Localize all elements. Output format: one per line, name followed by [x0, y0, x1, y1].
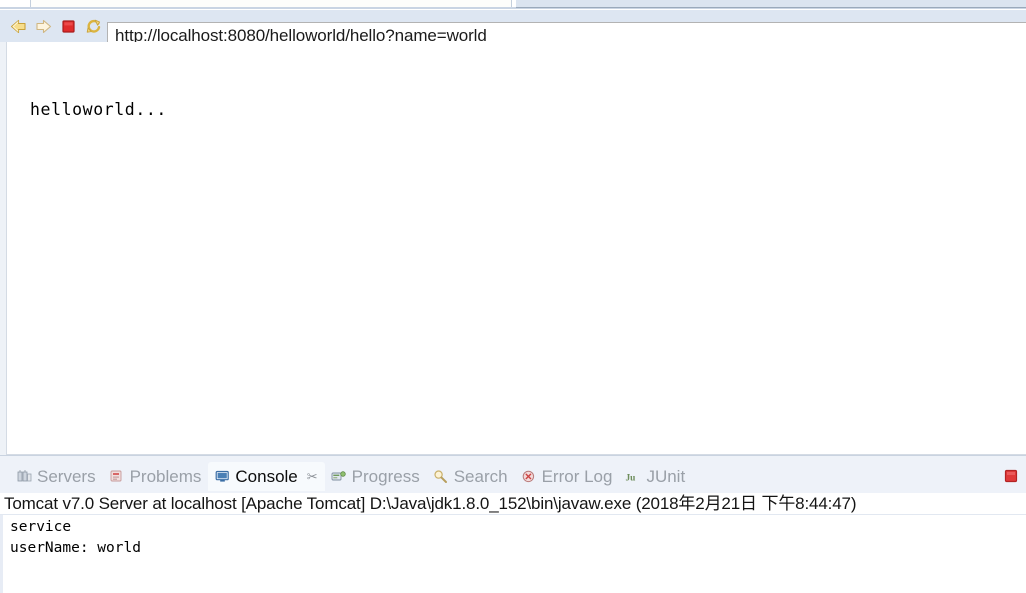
servers-icon	[16, 469, 32, 485]
tab-label: Error Log	[541, 466, 613, 486]
tab-label: JUnit	[646, 466, 686, 486]
tab-error-log[interactable]: Error Log	[515, 462, 620, 491]
editor-tab-strip-filler	[516, 0, 1026, 7]
tab-label: Servers	[37, 466, 96, 486]
tab-progress[interactable]: Progress	[325, 462, 427, 491]
terminate-button[interactable]	[1002, 467, 1020, 485]
tab-label: Console	[235, 466, 298, 486]
svg-text:Ju: Ju	[626, 473, 636, 483]
progress-icon	[331, 469, 347, 485]
browser-content-area: helloworld...	[0, 42, 1026, 457]
browser-nav-buttons	[7, 13, 102, 39]
stop-icon[interactable]	[60, 18, 77, 35]
console-header-separator	[0, 514, 1026, 515]
console-view-panel: Servers Problems Console ✂ Progress Sear…	[0, 460, 1026, 593]
content-frame: helloworld...	[6, 42, 1026, 455]
console-process-header: Tomcat v7.0 Server at localhost [Apache …	[4, 494, 857, 513]
back-arrow-icon[interactable]	[10, 18, 27, 35]
error-log-icon	[521, 469, 537, 485]
editor-tab-strip-underline-dark	[516, 7, 1026, 8]
console-icon	[214, 469, 230, 485]
tab-label: Problems	[129, 466, 202, 486]
search-icon	[433, 469, 449, 485]
tab-console[interactable]: Console ✂	[208, 462, 325, 491]
console-output-area[interactable]: Tomcat v7.0 Server at localhost [Apache …	[0, 493, 1026, 593]
forward-arrow-icon[interactable]	[35, 18, 52, 35]
editor-tab-strip-cropped	[0, 0, 1026, 9]
page-body-text: helloworld...	[30, 100, 167, 119]
junit-icon: Ju	[625, 469, 641, 485]
tab-junit[interactable]: Ju JUnit	[619, 462, 692, 491]
close-icon[interactable]: ✂	[307, 470, 318, 483]
console-left-margin	[0, 515, 3, 593]
console-toolbar	[1002, 464, 1020, 488]
console-output-text: service userName: world	[10, 519, 141, 556]
toolbar-left-edge	[0, 9, 7, 43]
view-tab-bar: Servers Problems Console ✂ Progress Sear…	[0, 460, 1026, 494]
tab-search[interactable]: Search	[427, 462, 515, 491]
browser-toolbar: http://localhost:8080/helloworld/hello?n…	[0, 9, 1026, 49]
eclipse-browser-window: http://localhost:8080/helloworld/hello?n…	[0, 0, 1026, 593]
tab-servers[interactable]: Servers	[10, 462, 103, 491]
tab-label: Search	[453, 466, 508, 486]
tab-label: Progress	[351, 466, 420, 486]
problems-icon	[109, 469, 125, 485]
refresh-icon[interactable]	[85, 18, 102, 35]
tab-problems[interactable]: Problems	[103, 462, 209, 491]
